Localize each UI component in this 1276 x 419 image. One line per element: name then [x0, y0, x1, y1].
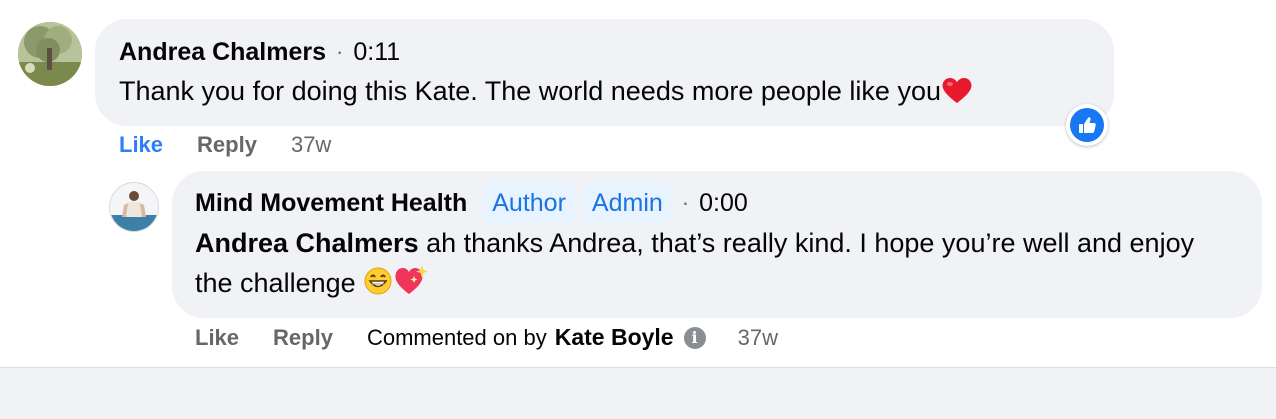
info-icon[interactable]: i	[683, 326, 706, 349]
reply-text: Andrea Chalmers ah thanks Andrea, that’s…	[195, 223, 1235, 307]
separator-dot: ·	[681, 190, 690, 215]
red-heart-icon	[941, 75, 973, 115]
sparkling-heart-icon	[393, 264, 429, 307]
comment-timestamp[interactable]: 0:11	[353, 38, 400, 67]
reply-bubble: Mind Movement Health Author Admin · 0:00…	[172, 171, 1262, 318]
commented-on-by-label: Commented on by	[366, 324, 547, 350]
reply-button[interactable]: Reply	[197, 132, 257, 158]
like-reaction-badge[interactable]	[1066, 104, 1108, 146]
avatar-andrea-chalmers[interactable]	[18, 22, 82, 86]
reply-author-name[interactable]: Mind Movement Health	[195, 189, 467, 218]
author-badge: Author	[483, 183, 575, 223]
avatar-photo-person	[110, 183, 158, 231]
avatar-mind-movement-health[interactable]	[109, 182, 159, 232]
avatar-photo-tree	[18, 22, 82, 86]
reply-header: Mind Movement Health Author Admin · 0:00	[195, 183, 748, 223]
separator-dot: ·	[336, 39, 344, 64]
reply-button[interactable]: Reply	[273, 325, 333, 351]
reply-timestamp[interactable]: 0:00	[699, 189, 748, 218]
comment-text: Thank you for doing this Kate. The world…	[119, 71, 973, 115]
comment-age[interactable]: 37w	[291, 132, 331, 158]
admin-badge: Admin	[582, 183, 672, 223]
commenter-name-link[interactable]: Kate Boyle	[555, 324, 674, 351]
comment-bubble: Andrea Chalmers · 0:11 Thank you for doi…	[95, 19, 1114, 126]
comment-actions: Like Reply 37w	[119, 132, 331, 158]
thumbs-up-icon	[1070, 108, 1104, 142]
comment-header: Andrea Chalmers · 0:11	[119, 37, 400, 67]
like-button[interactable]: Like	[119, 132, 163, 158]
comment-author-name[interactable]: Andrea Chalmers	[119, 38, 326, 67]
like-button[interactable]: Like	[195, 325, 239, 351]
grinning-face-icon	[363, 266, 393, 307]
bottom-divider-area	[0, 367, 1276, 419]
reply-age[interactable]: 37w	[738, 325, 778, 351]
comment-text-body: Thank you for doing this Kate. The world…	[119, 76, 941, 106]
mention-link[interactable]: Andrea Chalmers	[195, 228, 419, 258]
reply-actions: Like Reply Commented on by Kate Boyle i …	[195, 324, 778, 351]
